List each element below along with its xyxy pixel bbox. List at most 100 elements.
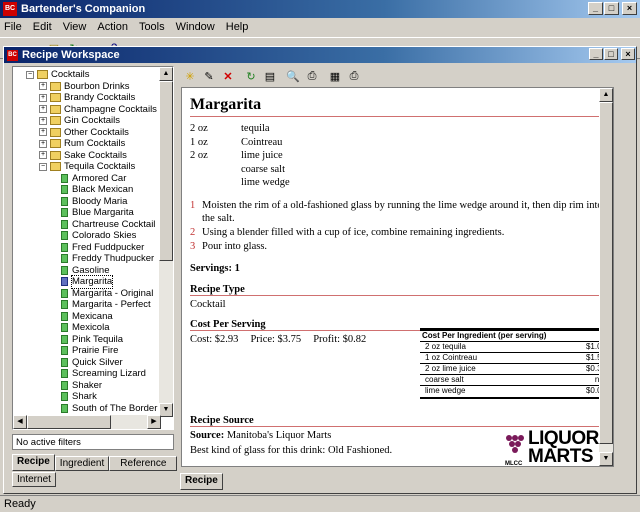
tab-ingredient[interactable]: Ingredient [54,456,110,471]
tree-item-label: Shark [72,391,97,402]
logo-marts: MARTS [528,446,594,467]
expand-toggle-icon[interactable]: + [39,93,47,102]
tree-item-recipe[interactable]: Freddy Thudpucker [61,253,154,265]
tab-internet[interactable]: Internet [12,472,56,487]
scroll-left-button[interactable]: ◀ [13,415,27,429]
tree-item-label: Brandy Cocktails [64,92,136,103]
content-scroll-thumb[interactable] [599,102,613,444]
ingredient-row: 1 oz Cointreau [190,137,610,151]
menu-action[interactable]: Action [97,21,128,33]
tree-item-recipe[interactable]: Mexicola [61,322,110,334]
scroll-down-button[interactable]: ▼ [159,403,173,417]
properties-icon[interactable]: ▤ [262,68,278,84]
menu-window[interactable]: Window [176,21,215,33]
scroll-thumb[interactable] [159,81,173,261]
expand-toggle-icon[interactable]: − [39,162,47,171]
content-scroll-up[interactable]: ▲ [599,88,613,102]
tree-item-recipe[interactable]: Pink Tequila [61,334,123,346]
workspace-close-button[interactable]: × [621,48,635,60]
menu-help[interactable]: Help [226,21,249,33]
tree-item-recipe[interactable]: Margarita - Original [61,288,153,300]
scroll-right-button[interactable]: ▶ [147,415,161,429]
menu-tools[interactable]: Tools [139,21,165,33]
tree-item-recipe[interactable]: Fred Fuddpucker [61,242,144,254]
tree-item-folder[interactable]: − Tequila Cocktails [39,161,135,173]
expand-toggle-icon[interactable]: − [26,70,34,79]
source-label: Source: [190,430,225,441]
tree-item-recipe[interactable]: Colorado Skies [61,230,136,242]
tree-item-folder[interactable]: + Brandy Cocktails [39,92,135,104]
ingredient-qty: 1 oz [190,136,208,148]
new-icon[interactable]: ✳ [182,68,198,84]
close-button[interactable]: × [622,2,637,15]
content-scroll-down[interactable]: ▼ [599,452,613,466]
tree-item-folder[interactable]: + Rum Cocktails [39,138,125,150]
tree-item-label: Mexicana [72,310,113,322]
recipe-doc-icon [61,173,68,183]
tree-item-recipe[interactable]: Quick Silver [61,357,123,369]
folder-icon [50,81,61,91]
tree-item-recipe[interactable]: Gasoline [61,265,110,277]
workspace-minimize-button[interactable]: _ [589,48,603,60]
source-name: Manitoba's Liquor Marts [226,430,332,441]
recipe-doc-icon [61,380,68,390]
content-scrollbar[interactable]: ▲ ▼ [599,88,613,466]
tree-item-recipe[interactable]: Shaker [61,380,102,392]
tree-item-recipe[interactable]: Margarita [61,275,114,289]
tree-item-recipe[interactable]: Blue Margarita [61,207,134,219]
tree-item-recipe[interactable]: Shark [61,391,97,403]
printer-icon[interactable]: ⎙ [346,68,362,84]
tree-vertical-scrollbar[interactable]: ▲ ▼ [159,67,173,417]
expand-toggle-icon[interactable]: + [39,82,47,91]
tree-item-recipe[interactable]: Bloody Maria [61,196,127,208]
refresh-recipe-icon[interactable]: ↻ [243,68,259,84]
cost-table-row: 2 oz tequila $1.03 [420,342,608,353]
tree-horizontal-scrollbar[interactable]: ◀ ▶ [13,415,161,429]
tab-recipe[interactable]: Recipe [12,454,55,471]
expand-toggle-icon[interactable]: + [39,151,47,160]
tab-reference[interactable]: Reference [109,456,178,471]
tree-item-recipe[interactable]: Chartreuse Cocktail [61,219,155,231]
recipe-title: Margarita [190,96,262,113]
tree-item-label: Fred Fuddpucker [72,241,145,253]
tree-item-folder[interactable]: + Sake Cocktails [39,150,127,162]
ingredient-name: lime juice [241,150,283,161]
menu-edit[interactable]: Edit [33,21,52,33]
menu-file[interactable]: File [4,21,22,33]
folder-icon [50,162,61,172]
hscroll-thumb[interactable] [27,415,111,429]
export-icon[interactable]: ▦ [327,68,343,84]
tree-item-label: Mexicola [72,322,110,333]
tree-item-recipe[interactable]: South of The Border [61,403,157,415]
print-icon[interactable]: ⎙ [304,68,320,84]
step-number: 3 [190,240,196,252]
tab-recipe-view[interactable]: Recipe [180,473,223,490]
edit-pencil-icon[interactable]: ✎ [201,68,217,84]
expand-toggle-icon[interactable]: + [39,139,47,148]
expand-toggle-icon[interactable]: + [39,128,47,137]
cost-item: 1 oz Cointreau [425,353,478,362]
tree-item-recipe[interactable]: Margarita - Perfect [61,299,151,311]
tree-item-folder[interactable]: + Champagne Cocktails [39,104,157,116]
scroll-up-button[interactable]: ▲ [159,67,173,81]
app-icon: BC [3,2,17,16]
tree-item-recipe[interactable]: Armored Car [61,173,126,185]
folder-icon [50,139,61,149]
tree-item-folder[interactable]: + Other Cocktails [39,127,129,139]
workspace-maximize-button[interactable]: □ [604,48,618,60]
expand-toggle-icon[interactable]: + [39,116,47,125]
maximize-button[interactable]: □ [604,2,619,15]
expand-toggle-icon[interactable]: + [39,105,47,114]
grapes-icon [506,435,524,453]
tree-item-cocktails[interactable]: − Cocktails [26,69,90,81]
menu-view[interactable]: View [63,21,87,33]
tree-item-recipe[interactable]: Prairie Fire [61,345,118,357]
tree-item-folder[interactable]: + Bourbon Drinks [39,81,129,93]
print-preview-icon[interactable]: 🔍 [285,68,301,84]
tree-item-recipe[interactable]: Screaming Lizard [61,368,146,380]
delete-icon[interactable]: ✕ [220,68,236,84]
tree-item-recipe[interactable]: Mexicana [61,311,113,323]
minimize-button[interactable]: _ [588,2,603,15]
tree-item-folder[interactable]: + Gin Cocktails [39,115,120,127]
tree-item-recipe[interactable]: Black Mexican [61,184,133,196]
